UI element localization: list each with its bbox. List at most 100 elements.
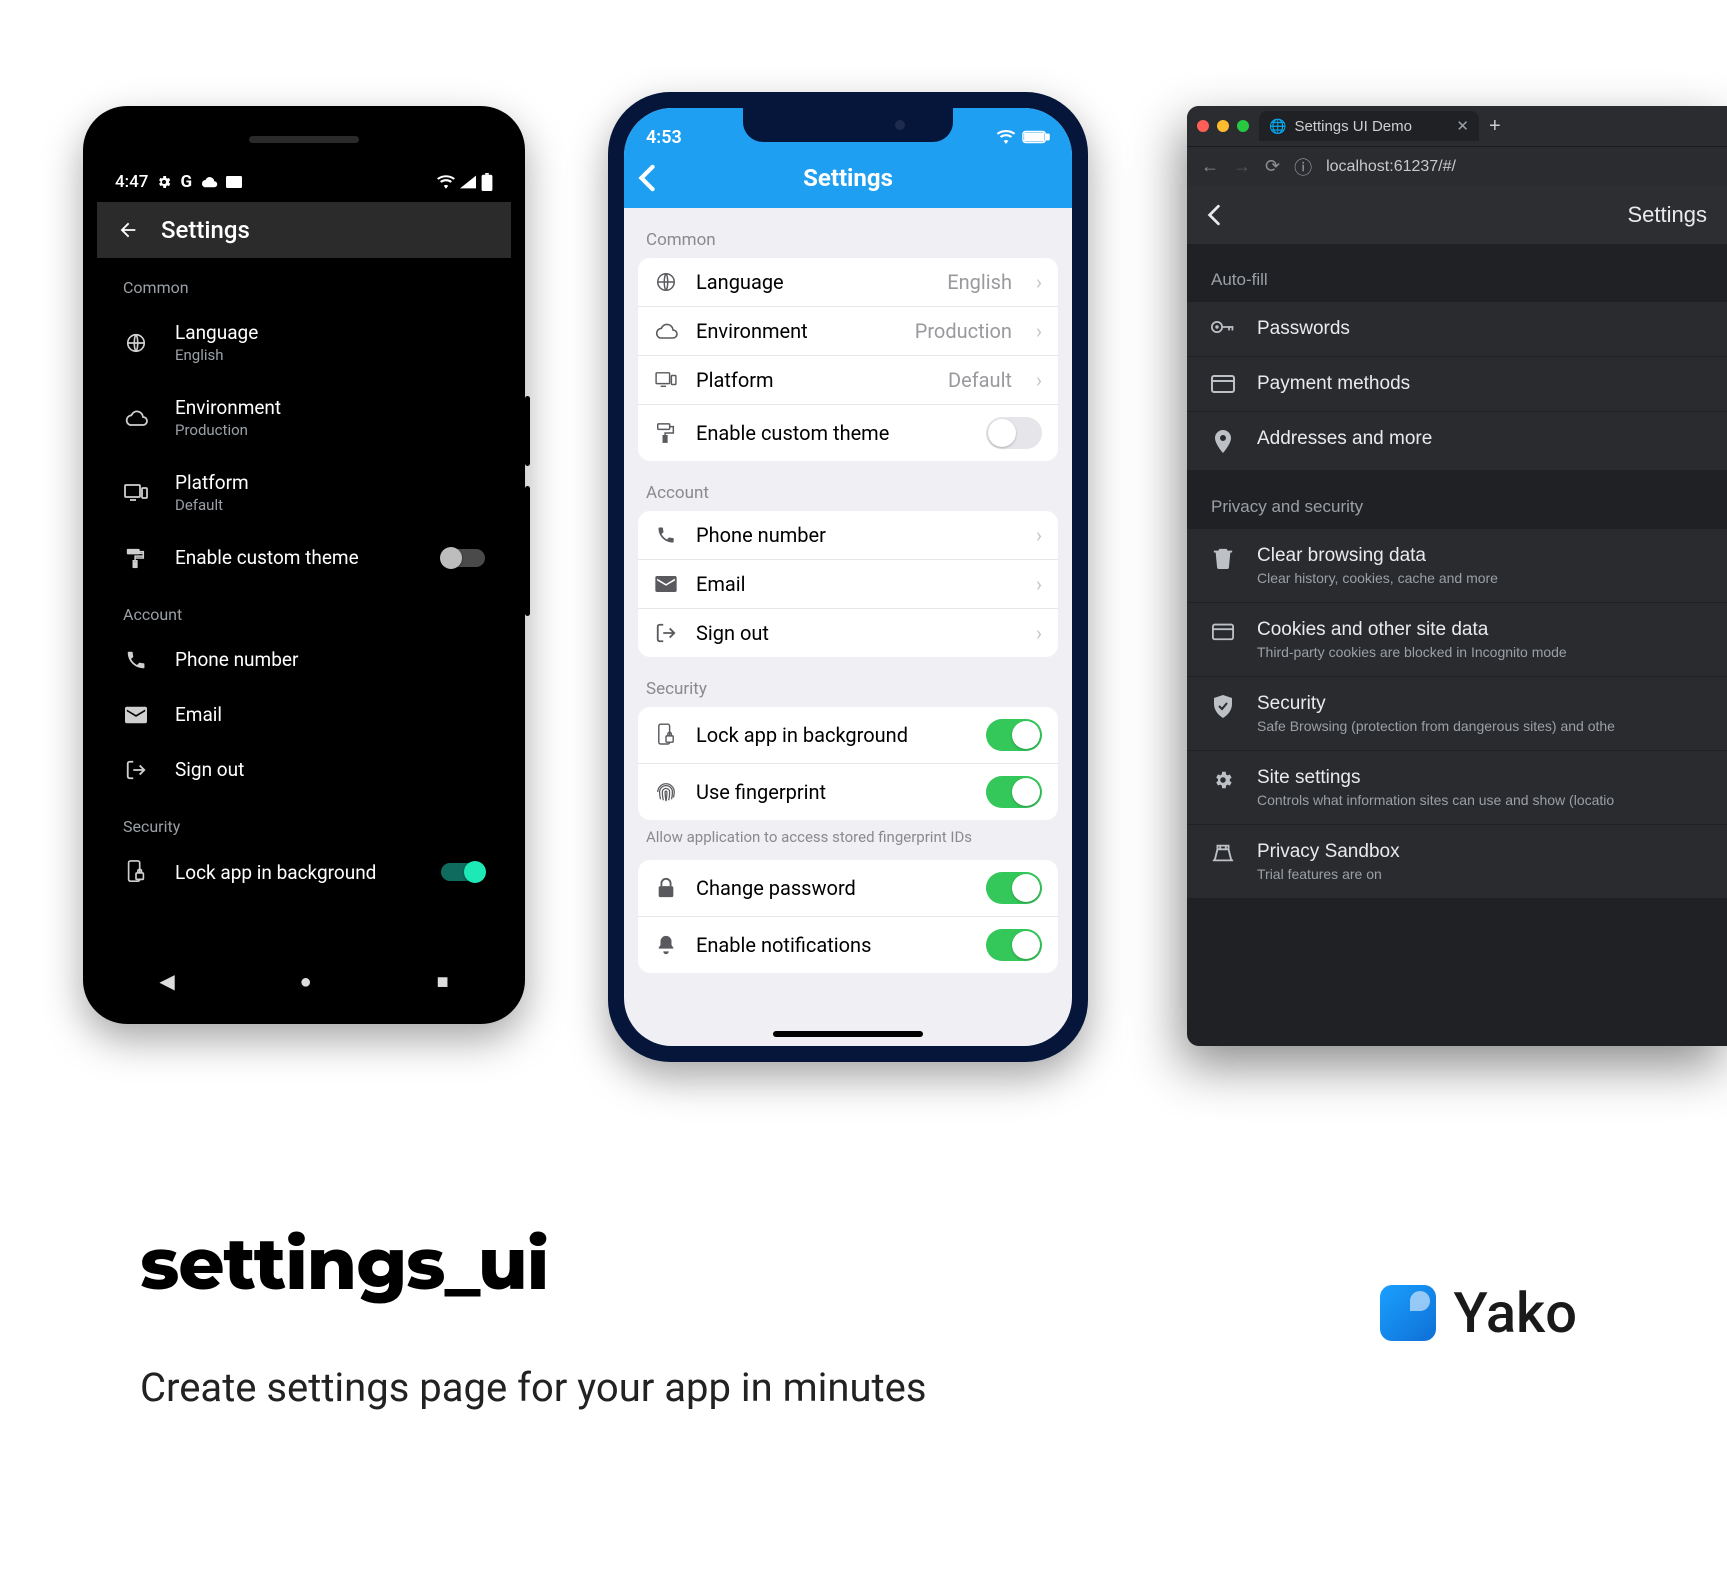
section-header-common: Common [624, 208, 1072, 258]
fingerprint-note: Allow application to access stored finge… [624, 820, 1072, 846]
language-value: English [947, 270, 1012, 294]
devices-icon [654, 371, 678, 389]
chevron-right-icon: › [1036, 523, 1042, 547]
wifi-icon [996, 130, 1016, 144]
brand-name: Yako [1454, 1280, 1577, 1346]
back-icon[interactable] [638, 164, 656, 192]
browser-window: 🌐 Settings UI Demo ✕ + ← → ⟳ ⓘ localhost… [1187, 106, 1727, 1046]
language-label: Language [175, 321, 485, 344]
lock-bg-switch[interactable] [986, 719, 1042, 751]
back-icon[interactable] [117, 219, 139, 241]
wifi-icon [437, 175, 455, 189]
ios-home-indicator[interactable] [773, 1031, 923, 1037]
nav-home-icon[interactable]: ● [300, 969, 312, 994]
nav-back-icon[interactable]: ← [1201, 156, 1219, 177]
setting-row-platform[interactable]: Platform Default [97, 455, 511, 530]
setting-row-passwords[interactable]: Passwords [1187, 302, 1727, 357]
change-password-switch[interactable] [986, 872, 1042, 904]
tab-title: Settings UI Demo [1294, 118, 1412, 135]
clear-label: Clear browsing data [1257, 545, 1498, 567]
setting-row-language[interactable]: Language English [97, 305, 511, 380]
nav-recent-icon[interactable]: ■ [436, 969, 448, 994]
new-tab-button[interactable]: + [1489, 115, 1501, 138]
url-text[interactable]: localhost:61237/#/ [1326, 158, 1456, 176]
setting-row-payment[interactable]: Payment methods [1187, 357, 1727, 412]
environment-value: Production [915, 319, 1012, 343]
section-header-autofill: Auto-fill [1187, 244, 1727, 302]
chevron-right-icon: › [1036, 270, 1042, 294]
reload-icon[interactable]: ⟳ [1265, 156, 1280, 177]
close-tab-icon[interactable]: ✕ [1456, 117, 1469, 135]
setting-row-platform[interactable]: Platform Default › [638, 356, 1058, 405]
change-password-label: Change password [696, 876, 856, 900]
setting-row-security[interactable]: Security Safe Browsing (protection from … [1187, 677, 1727, 751]
status-time: 4:53 [646, 127, 682, 148]
passwords-label: Passwords [1257, 318, 1350, 340]
phone-lock-icon [654, 723, 678, 747]
brand-badge: Yako [1380, 1280, 1577, 1346]
web-appbar: Settings [1187, 186, 1727, 244]
page-title: Settings [1628, 202, 1708, 228]
setting-row-environment[interactable]: Environment Production [97, 380, 511, 455]
card-icon [226, 175, 242, 189]
setting-row-phone[interactable]: Phone number [97, 632, 511, 687]
close-window-icon[interactable] [1197, 120, 1209, 132]
setting-row-email[interactable]: Email › [638, 560, 1058, 609]
setting-row-email[interactable]: Email [97, 687, 511, 742]
email-label: Email [696, 572, 746, 596]
environment-value: Production [175, 421, 485, 439]
browser-tab[interactable]: 🌐 Settings UI Demo ✕ [1259, 111, 1479, 141]
clear-sub: Clear history, cookies, cache and more [1257, 570, 1498, 586]
minimize-window-icon[interactable] [1217, 120, 1229, 132]
fingerprint-switch[interactable] [986, 776, 1042, 808]
cloud-icon [654, 323, 678, 339]
phone-label: Phone number [175, 648, 485, 671]
page-title: Settings [161, 216, 250, 244]
setting-row-site-settings[interactable]: Site settings Controls what information … [1187, 751, 1727, 825]
bell-icon [654, 934, 678, 956]
setting-row-clear-data[interactable]: Clear browsing data Clear history, cooki… [1187, 529, 1727, 603]
setting-row-custom-theme[interactable]: Enable custom theme [97, 530, 511, 585]
setting-row-environment[interactable]: Environment Production › [638, 307, 1058, 356]
fingerprint-icon [654, 781, 678, 803]
notifications-switch[interactable] [986, 929, 1042, 961]
phone-lock-icon [123, 860, 149, 884]
setting-row-custom-theme[interactable]: Enable custom theme [638, 405, 1058, 461]
nav-back-icon[interactable]: ◀ [159, 969, 174, 993]
setting-row-fingerprint[interactable]: Use fingerprint [638, 764, 1058, 820]
trash-icon [1211, 547, 1235, 569]
letter-g-icon: G [180, 172, 192, 192]
setting-row-signout[interactable]: Sign out › [638, 609, 1058, 657]
custom-theme-switch[interactable] [986, 417, 1042, 449]
setting-row-sandbox[interactable]: Privacy Sandbox Trial features are on [1187, 825, 1727, 899]
chevron-right-icon: › [1036, 319, 1042, 343]
setting-row-cookies[interactable]: Cookies and other site data Third-party … [1187, 603, 1727, 677]
page-title: Settings [803, 164, 893, 192]
section-header-privacy: Privacy and security [1187, 471, 1727, 529]
maximize-window-icon[interactable] [1237, 120, 1249, 132]
android-device-frame: 4:47 G [83, 106, 525, 1024]
custom-theme-label: Enable custom theme [696, 421, 889, 445]
setting-row-change-password[interactable]: Change password [638, 860, 1058, 917]
setting-row-lock-bg[interactable]: Lock app in background [97, 844, 511, 900]
sandbox-icon [1211, 843, 1235, 863]
notifications-label: Enable notifications [696, 933, 871, 957]
back-icon[interactable] [1207, 204, 1221, 226]
setting-row-phone[interactable]: Phone number › [638, 511, 1058, 560]
nav-forward-icon[interactable]: → [1233, 156, 1251, 177]
custom-theme-switch[interactable] [441, 549, 485, 567]
language-value: English [175, 346, 485, 364]
ios-notch [743, 108, 953, 142]
setting-row-signout[interactable]: Sign out [97, 742, 511, 797]
signout-icon [123, 759, 149, 781]
setting-row-lock-bg[interactable]: Lock app in background [638, 707, 1058, 764]
setting-row-addresses[interactable]: Addresses and more [1187, 412, 1727, 471]
site-info-icon[interactable]: ⓘ [1294, 154, 1312, 180]
setting-row-language[interactable]: Language English › [638, 258, 1058, 307]
chevron-right-icon: › [1036, 621, 1042, 645]
location-icon [1211, 430, 1235, 454]
setting-row-notifications[interactable]: Enable notifications [638, 917, 1058, 973]
cookies-label: Cookies and other site data [1257, 619, 1567, 641]
lock-bg-switch[interactable] [441, 863, 485, 881]
battery-icon [481, 173, 493, 191]
